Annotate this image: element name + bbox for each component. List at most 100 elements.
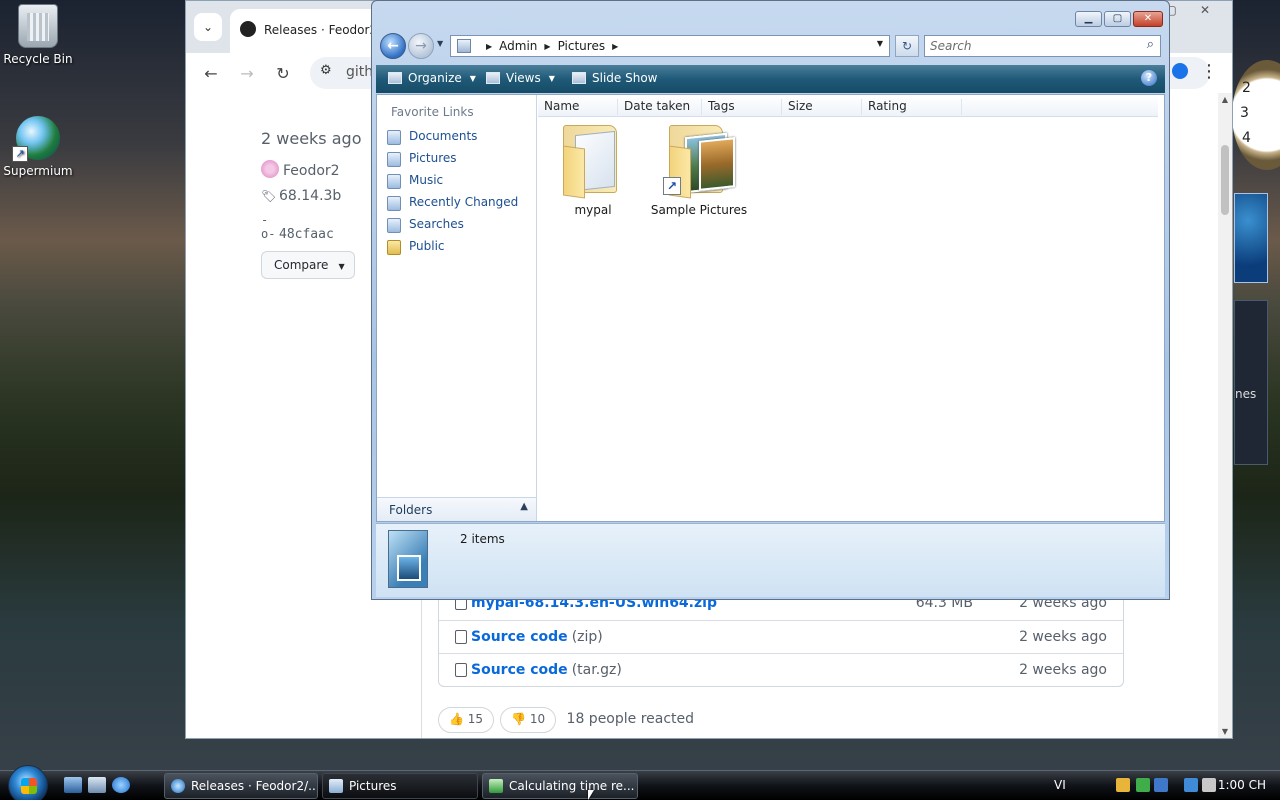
volume-muted-icon[interactable] bbox=[1202, 778, 1216, 792]
close-button[interactable]: ✕ bbox=[1133, 11, 1163, 27]
address-bar[interactable]: ▶ Admin ▶ Pictures ▶ ▼ bbox=[450, 35, 890, 57]
checkmark-icon[interactable] bbox=[1136, 778, 1150, 792]
site-info-icon[interactable]: ⚙ bbox=[320, 63, 332, 78]
chevron-up-icon: ▲ bbox=[520, 501, 528, 512]
column-name[interactable]: Name bbox=[538, 99, 618, 115]
clock-gadget[interactable]: 2 3 4 bbox=[1232, 60, 1280, 170]
release-author[interactable]: Feodor2 bbox=[261, 160, 361, 179]
favorite-links-heading: Favorite Links bbox=[391, 105, 474, 119]
breadcrumb-admin[interactable]: Admin bbox=[499, 39, 537, 53]
reaction-count: 15 bbox=[467, 712, 484, 726]
folders-toggle[interactable]: Folders ▲ bbox=[377, 497, 536, 521]
favorite-link-music[interactable]: Music bbox=[387, 173, 443, 193]
minimize-button[interactable]: ▁ bbox=[1075, 11, 1102, 27]
taskbar-button-copy-progress[interactable]: Calculating time re... bbox=[482, 773, 638, 799]
search-input[interactable]: Search ⌕ bbox=[924, 35, 1161, 57]
scrollbar-thumb[interactable] bbox=[1221, 145, 1229, 215]
asset-link[interactable]: Source code (zip) bbox=[471, 629, 603, 645]
help-icon[interactable]: ? bbox=[1141, 70, 1157, 86]
breadcrumb-separator-icon[interactable]: ▶ bbox=[544, 42, 550, 51]
folder-item-mypal[interactable]: mypal bbox=[538, 123, 648, 217]
network-icon[interactable] bbox=[1154, 778, 1168, 792]
breadcrumb-separator-icon[interactable]: ▶ bbox=[486, 42, 492, 51]
favorite-link-label: Music bbox=[409, 173, 444, 187]
connection-icon[interactable] bbox=[1184, 778, 1198, 792]
close-button[interactable]: ✕ bbox=[1188, 1, 1222, 19]
page-scrollbar[interactable]: ▲ ▼ bbox=[1218, 93, 1232, 738]
folder-item-sample-pictures[interactable]: ↗ Sample Pictures bbox=[644, 123, 754, 217]
switch-windows-icon[interactable] bbox=[88, 777, 106, 793]
column-size[interactable]: Size bbox=[782, 99, 862, 115]
views-button[interactable]: Views ▼ bbox=[486, 71, 555, 85]
chevron-down-icon: ▼ bbox=[548, 74, 555, 83]
asset-format: (zip) bbox=[571, 629, 603, 645]
scroll-up-arrow[interactable]: ▲ bbox=[1218, 95, 1232, 104]
reload-button[interactable]: ↻ bbox=[270, 61, 296, 87]
asset-date: 2 weeks ago bbox=[1019, 662, 1107, 678]
back-button[interactable]: ← bbox=[198, 61, 224, 87]
maximize-button[interactable]: ▢ bbox=[1104, 11, 1131, 27]
profile-avatar[interactable] bbox=[1172, 63, 1188, 79]
taskbar-button-label: Pictures bbox=[349, 779, 397, 793]
security-shield-icon[interactable] bbox=[1116, 778, 1130, 792]
reaction-count: 10 bbox=[529, 712, 546, 726]
browser-tab-releases[interactable]: Releases · Feodor2/M bbox=[230, 9, 390, 53]
browser-icon bbox=[171, 779, 185, 793]
slideshow-gadget[interactable] bbox=[1234, 193, 1268, 283]
pictures-folder-icon: ↗ bbox=[663, 123, 735, 199]
start-button[interactable] bbox=[8, 765, 48, 800]
column-rating[interactable]: Rating bbox=[862, 99, 962, 115]
recycle-bin-icon bbox=[18, 4, 58, 48]
column-date-taken[interactable]: Date taken bbox=[618, 99, 702, 115]
asset-row[interactable]: Source code (tar.gz) 2 weeks ago bbox=[439, 653, 1123, 686]
slideshow-button[interactable]: Slide Show bbox=[572, 71, 657, 85]
history-dropdown-icon[interactable]: ▼ bbox=[437, 39, 443, 48]
internet-explorer-icon[interactable] bbox=[112, 777, 130, 793]
desktop-icon-recycle-bin[interactable]: Recycle Bin bbox=[0, 4, 76, 66]
taskbar-button-pictures[interactable]: Pictures bbox=[322, 773, 478, 799]
asset-link[interactable]: Source code (tar.gz) bbox=[471, 662, 622, 678]
thumbs-down-reaction[interactable]: 👎 10 bbox=[500, 707, 557, 733]
asset-row[interactable]: Source code (zip) 2 weeks ago bbox=[439, 620, 1123, 653]
favorite-link-documents[interactable]: Documents bbox=[387, 129, 477, 149]
clock-numeral: 4 bbox=[1242, 130, 1251, 146]
scroll-down-arrow[interactable]: ▼ bbox=[1218, 727, 1232, 736]
favorite-link-pictures[interactable]: Pictures bbox=[387, 151, 457, 171]
show-desktop-icon[interactable] bbox=[64, 777, 82, 793]
computer-icon bbox=[457, 39, 471, 53]
system-tray: VI 1:00 CH bbox=[1040, 771, 1280, 800]
release-tag[interactable]: 🏷 68.14.3b bbox=[261, 188, 361, 204]
feed-gadget[interactable]: nes bbox=[1234, 300, 1268, 465]
music-icon bbox=[387, 174, 401, 189]
language-indicator[interactable]: VI bbox=[1054, 778, 1066, 792]
refresh-button[interactable]: ↻ bbox=[895, 35, 919, 57]
address-dropdown-icon[interactable]: ▼ bbox=[877, 39, 883, 48]
favorite-link-public[interactable]: Public bbox=[387, 239, 445, 259]
desktop-icon-label: Supermium bbox=[3, 164, 73, 178]
forward-button[interactable]: → bbox=[408, 33, 434, 59]
back-button[interactable]: ← bbox=[380, 33, 406, 59]
folder-icon bbox=[557, 123, 629, 199]
search-icon[interactable]: ⌕ bbox=[1147, 37, 1154, 52]
browser-menu-button[interactable]: ⋮ bbox=[1200, 61, 1218, 82]
organize-button[interactable]: Organize ▼ bbox=[388, 71, 476, 85]
breadcrumb-separator-icon[interactable]: ▶ bbox=[612, 42, 618, 51]
search-placeholder: Search bbox=[930, 39, 972, 53]
explorer-window-controls: ▁ ▢ ✕ bbox=[1073, 10, 1163, 27]
folder-name: Sample Pictures bbox=[650, 203, 748, 217]
favorite-link-searches[interactable]: Searches bbox=[387, 217, 464, 237]
tab-search-button[interactable]: ⌄ bbox=[194, 13, 222, 41]
favorite-link-recently-changed[interactable]: Recently Changed bbox=[387, 195, 518, 215]
taskbar-button-browser[interactable]: Releases · Feodor2/... bbox=[164, 773, 318, 799]
asset-format: (tar.gz) bbox=[571, 662, 622, 678]
zip-file-icon bbox=[455, 663, 467, 677]
desktop-icon-supermium[interactable]: Supermium bbox=[0, 116, 76, 178]
thumbs-up-reaction[interactable]: 👍 15 bbox=[438, 707, 495, 733]
forward-button[interactable]: → bbox=[234, 61, 260, 87]
compare-button[interactable]: Compare ▼ bbox=[261, 251, 355, 279]
system-clock[interactable]: 1:00 CH bbox=[1218, 778, 1266, 792]
release-commit[interactable]: -o- 48cfaac bbox=[261, 213, 361, 242]
breadcrumb-pictures[interactable]: Pictures bbox=[558, 39, 606, 53]
column-tags[interactable]: Tags bbox=[702, 99, 782, 115]
copy-progress-icon bbox=[489, 779, 503, 793]
